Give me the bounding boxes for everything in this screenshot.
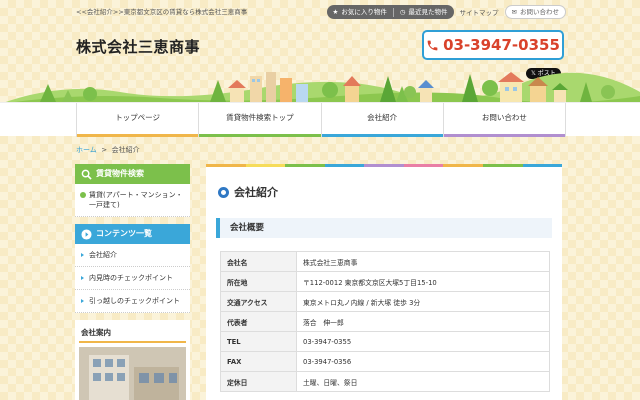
- breadcrumb: ホーム > 会社紹介: [76, 145, 140, 155]
- contact-label: お問い合わせ: [520, 8, 559, 16]
- phone-number: 03-3947-0355: [443, 36, 560, 54]
- rental-search-title: 賃貸物件検索: [96, 169, 144, 178]
- nav-rental-search-top[interactable]: 賃貸物件検索トップ: [198, 103, 321, 137]
- breadcrumb-current: 会社紹介: [111, 146, 140, 154]
- page-title: 会社紹介: [218, 184, 278, 200]
- row-value: 株式会社三恵商事: [296, 251, 550, 272]
- arrow-right-icon: [81, 299, 84, 303]
- search-icon: [81, 169, 92, 180]
- top-bar: <<会社紹介>>東京都文京区の賃貸なら株式会社三恵商事 ★ お気に入り物件 ◷ …: [0, 0, 640, 24]
- office-building-image: [79, 347, 186, 400]
- global-nav-items: トップページ 賃貸物件検索トップ 会社紹介 お問い合わせ: [76, 103, 566, 137]
- nav-company[interactable]: 会社紹介: [320, 103, 443, 137]
- table-row: 代表者 落合 伸一郎: [220, 311, 550, 332]
- nav-label: お問い合わせ: [481, 113, 527, 122]
- contents-heading: コンテンツ一覧: [75, 224, 190, 244]
- rental-search-heading: 賃貸物件検索: [75, 164, 190, 184]
- rental-search-box: 賃貸物件検索 賃貸(アパート・マンション・一戸建て): [75, 164, 190, 217]
- nav-top-page[interactable]: トップページ: [76, 103, 199, 137]
- phone-icon: [427, 40, 438, 50]
- sidebar-item-moving-checkpoints[interactable]: 引っ越しのチェックポイント: [75, 290, 190, 313]
- company-guide-title: 会社案内: [79, 324, 186, 343]
- row-label: TEL: [220, 331, 297, 352]
- sidebar-item-rental-all[interactable]: 賃貸(アパート・マンション・一戸建て): [75, 184, 190, 217]
- table-row: 会社名 株式会社三恵商事: [220, 251, 550, 272]
- office-photo: [79, 347, 186, 400]
- divider: [392, 7, 394, 17]
- company-guide-box: 会社案内: [75, 320, 190, 400]
- sidebar-item-label: 引っ越しのチェックポイント: [89, 297, 180, 305]
- sitemap-link[interactable]: サイトマップ: [460, 7, 499, 17]
- row-label: FAX: [220, 351, 297, 372]
- nav-color-bar: [443, 134, 565, 137]
- row-value: 落合 伸一郎: [296, 311, 550, 332]
- table-row: 所在地 〒112-0012 東京都文京区大塚5丁目15-10: [220, 271, 550, 292]
- page-title-text: 会社紹介: [234, 186, 278, 199]
- nav-color-bar: [321, 134, 443, 137]
- section-heading-company-overview: 会社概要: [216, 218, 552, 238]
- arrow-right-icon: [81, 253, 84, 257]
- town-illustration: [0, 72, 640, 104]
- rainbow-stripe: [206, 164, 563, 167]
- clock-icon: ◷: [399, 8, 406, 16]
- ring-icon: [218, 186, 229, 198]
- row-label: 代表者: [220, 311, 297, 332]
- nav-color-bar: [77, 134, 199, 137]
- breadcrumb-home[interactable]: ホーム: [76, 146, 97, 154]
- top-breadcrumb-link[interactable]: <<会社紹介>>東京都文京区の賃貸なら株式会社三恵商事: [76, 6, 247, 16]
- sidebar-item-company[interactable]: 会社紹介: [75, 244, 190, 267]
- company-info-table: 会社名 株式会社三恵商事 所在地 〒112-0012 東京都文京区大塚5丁目15…: [220, 251, 550, 392]
- phone-number-box[interactable]: 03-3947-0355: [422, 30, 564, 60]
- row-value: 東京メトロ丸ノ内線 / 新大塚 徒歩 3分: [296, 291, 550, 312]
- row-value: 03-3947-0356: [296, 351, 550, 372]
- sidebar: 賃貸物件検索 賃貸(アパート・マンション・一戸建て) コンテンツ一覧 会社紹介 …: [75, 164, 190, 400]
- row-label: 会社名: [220, 251, 297, 272]
- table-row: TEL 03-3947-0355: [220, 331, 550, 352]
- table-row: 定休日 土曜、日曜、祭日: [220, 371, 550, 392]
- row-label: 交通アクセス: [220, 291, 297, 312]
- row-label: 所在地: [220, 271, 297, 292]
- nav-contact[interactable]: お問い合わせ: [442, 103, 566, 137]
- row-label: 定休日: [220, 371, 297, 392]
- nav-color-bar: [199, 134, 321, 137]
- breadcrumb-separator: >: [101, 146, 108, 154]
- favorites-link[interactable]: お気に入り物件: [341, 5, 387, 19]
- sidebar-item-viewing-checkpoints[interactable]: 内見時のチェックポイント: [75, 267, 190, 290]
- contents-box: コンテンツ一覧 会社紹介 内見時のチェックポイント 引っ越しのチェックポイント: [75, 224, 190, 313]
- row-value: 土曜、日曜、祭日: [296, 371, 550, 392]
- table-row: 交通アクセス 東京メトロ丸ノ内線 / 新大塚 徒歩 3分: [220, 291, 550, 312]
- sidebar-item-label: 内見時のチェックポイント: [89, 274, 173, 282]
- recent-link[interactable]: 最近見た物件: [409, 5, 448, 19]
- nav-label: 賃貸物件検索トップ: [226, 113, 294, 122]
- mail-icon: ✉: [511, 8, 517, 16]
- arrow-right-icon: [81, 276, 84, 280]
- nav-label: 会社紹介: [367, 113, 398, 122]
- top-nav: ★ お気に入り物件 ◷ 最近見た物件 サイトマップ ✉ お問い合わせ: [326, 5, 566, 19]
- circle-arrow-icon: [81, 228, 92, 240]
- contents-title: コンテンツ一覧: [96, 229, 152, 238]
- site-logo-title[interactable]: 株式会社三恵商事: [76, 36, 200, 57]
- star-icon: ★: [332, 8, 339, 16]
- favorites-recent-pill: ★ お気に入り物件 ◷ 最近見た物件: [326, 5, 454, 19]
- global-nav: トップページ 賃貸物件検索トップ 会社紹介 お問い合わせ: [0, 102, 640, 137]
- table-row: FAX 03-3947-0356: [220, 351, 550, 372]
- row-value: 03-3947-0355: [296, 331, 550, 352]
- main-content: 会社紹介 会社概要 会社名 株式会社三恵商事 所在地 〒112-0012 東京都…: [206, 164, 563, 400]
- contact-button[interactable]: ✉ お問い合わせ: [504, 5, 566, 19]
- sidebar-item-label: 会社紹介: [89, 251, 117, 259]
- sidebar-item-label: 賃貸(アパート・マンション・一戸建て): [89, 191, 183, 209]
- nav-label: トップページ: [115, 113, 161, 122]
- row-value: 〒112-0012 東京都文京区大塚5丁目15-10: [296, 271, 550, 292]
- bullet-icon: [80, 192, 86, 198]
